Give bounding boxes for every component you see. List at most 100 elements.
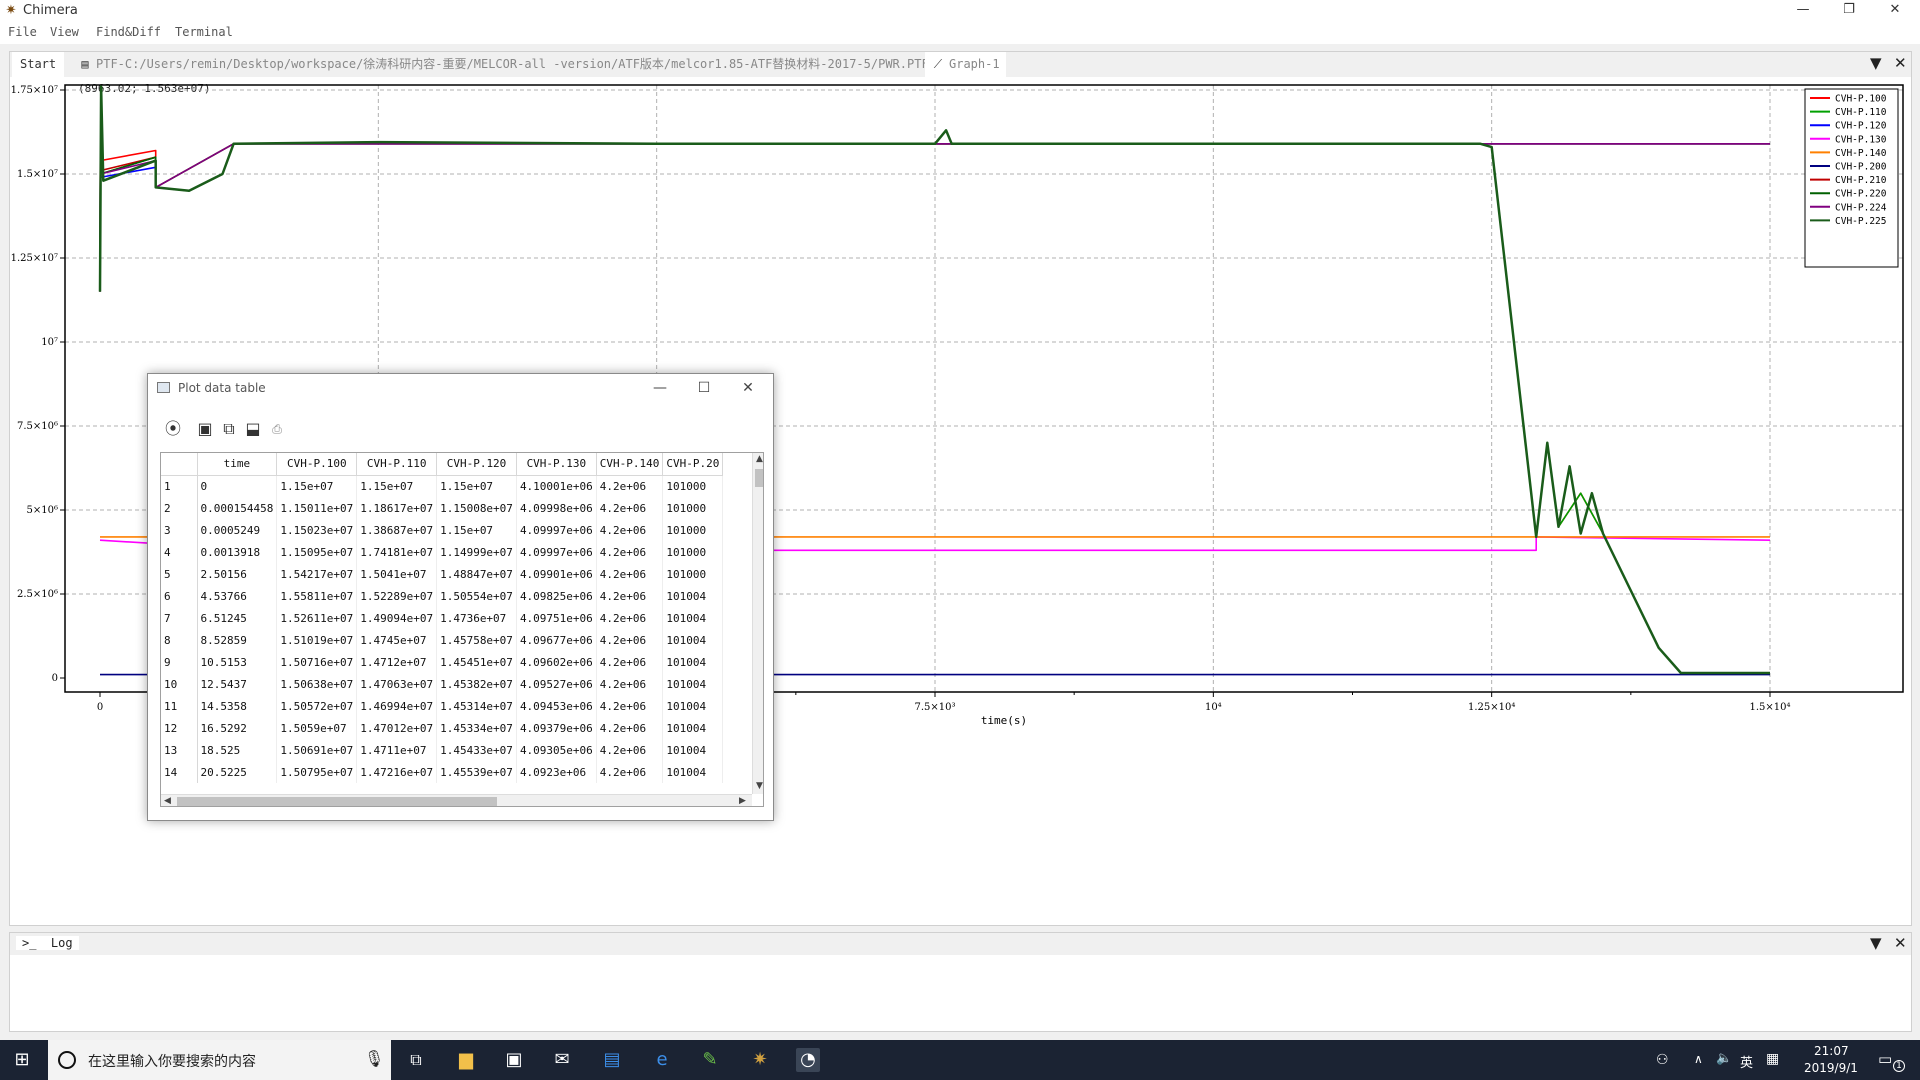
copy-icon[interactable]: ⧉	[218, 418, 240, 440]
menu-file[interactable]: File	[8, 25, 37, 39]
microphone-icon[interactable]: 🎙	[364, 1049, 384, 1068]
log-pane: >_ Log ▼ ✕	[9, 932, 1912, 1032]
store-icon[interactable]: ▣	[502, 1048, 526, 1072]
row-number[interactable]: 8	[161, 629, 198, 651]
people-icon[interactable]: ⚇	[1656, 1052, 1669, 1068]
ime-indicator[interactable]: 英	[1740, 1052, 1753, 1071]
photos-icon[interactable]: ◔	[796, 1048, 820, 1072]
row-number[interactable]: 12	[161, 717, 198, 739]
row-number[interactable]: 7	[161, 607, 198, 629]
row-number[interactable]: 14	[161, 761, 198, 783]
column-header[interactable]: CVH-P.20	[662, 453, 724, 476]
row-number[interactable]: 11	[161, 695, 198, 717]
table-row[interactable]: 9 10.5153 1.50716e+07 1.4712e+07 1.45451e+07…	[161, 651, 724, 673]
log-header: >_ Log ▼ ✕	[10, 933, 1911, 955]
dialog-close-button[interactable]: ✕	[728, 377, 768, 399]
windows-start-icon[interactable]: ⊞	[10, 1048, 34, 1072]
table-row[interactable]: 10 12.5437 1.50638e+07 1.47063e+07 1.45382e+…	[161, 673, 724, 695]
plot-legend: CVH-P.100 CVH-P.110 CVH-P.120 CVH-P.130 CVH-…	[1804, 88, 1899, 268]
log-tab[interactable]: >_ Log	[16, 936, 79, 950]
table-row[interactable]: 3 0.0005249 1.15023e+07 1.38687e+07 1.15e+07…	[161, 519, 724, 541]
table-cell: 4.2e+06	[596, 717, 664, 739]
table-cell: 4.09453e+06	[516, 695, 597, 717]
task-view-icon[interactable]: ⧉	[404, 1048, 428, 1072]
table-cell: 101004	[662, 629, 724, 651]
table-cell: 1.74181e+07	[356, 541, 438, 563]
vertical-scroll-thumb[interactable]	[755, 469, 763, 487]
minimize-button[interactable]: —	[1780, 0, 1826, 22]
print-icon[interactable]: ⎙	[266, 418, 288, 440]
row-number[interactable]: 10	[161, 673, 198, 695]
table-cell: 1.15023e+07	[276, 519, 358, 541]
tray-overflow-icon[interactable]: ∧	[1694, 1052, 1703, 1066]
column-header[interactable]: CVH-P.100	[276, 453, 358, 476]
table-cell: 4.09602e+06	[516, 651, 597, 673]
close-button[interactable]: ✕	[1872, 0, 1918, 22]
row-number[interactable]: 4	[161, 541, 198, 563]
scroll-right-icon[interactable]: ▶	[739, 796, 746, 806]
table-row[interactable]: 8 8.52859 1.51019e+07 1.4745e+07 1.45758e+07…	[161, 629, 724, 651]
app-icon[interactable]: ▤	[600, 1048, 624, 1072]
table-cell: 1.15011e+07	[276, 497, 358, 519]
chimera-taskbar-icon[interactable]: ✷	[748, 1048, 772, 1072]
scroll-left-icon[interactable]: ◀	[164, 796, 171, 806]
table-row[interactable]: 11 14.5358 1.50572e+07 1.46994e+07 1.45314e+…	[161, 695, 724, 717]
menu-view[interactable]: View	[50, 25, 79, 39]
row-number[interactable]: 1	[161, 475, 198, 497]
column-header[interactable]: time	[197, 453, 278, 476]
row-number[interactable]: 5	[161, 563, 198, 585]
table-row[interactable]: 7 6.51245 1.52611e+07 1.49094e+07 1.4736e+07…	[161, 607, 724, 629]
dialog-maximize-button[interactable]: ☐	[684, 377, 724, 399]
table-row[interactable]: 6 4.53766 1.55811e+07 1.52289e+07 1.50554e+0…	[161, 585, 724, 607]
column-header[interactable]: CVH-P.120	[436, 453, 517, 476]
horizontal-scrollbar[interactable]: ◀ ▶	[161, 794, 752, 806]
row-number[interactable]: 13	[161, 739, 198, 761]
volume-icon[interactable]: 🔈	[1716, 1051, 1732, 1066]
save-icon[interactable]: ▣	[194, 418, 216, 440]
scroll-up-icon[interactable]: ▲	[756, 454, 763, 464]
close-log-icon[interactable]: ✕	[1894, 934, 1907, 952]
table-cell: 1.45334e+07	[436, 717, 517, 739]
vertical-scrollbar[interactable]: ▲ ▼	[752, 453, 763, 794]
table-row[interactable]: 1 0 1.15e+07 1.15e+07 1.15e+07 4.10001e+06 4.2…	[161, 475, 724, 497]
menu-find-diff[interactable]: Find&Diff	[96, 25, 161, 39]
file-explorer-icon[interactable]: ▆	[454, 1048, 478, 1072]
table-row[interactable]: 13 18.525 1.50691e+07 1.4711e+07 1.45433e+07…	[161, 739, 724, 761]
table-row[interactable]: 4 0.0013918 1.15095e+07 1.74181e+07 1.14999e…	[161, 541, 724, 563]
menu-terminal[interactable]: Terminal	[175, 25, 233, 39]
log-dropdown-icon[interactable]: ▼	[1870, 934, 1882, 952]
settings-icon[interactable]: ⦿	[162, 418, 184, 440]
row-number[interactable]: 6	[161, 585, 198, 607]
x-tick-label: 1.25×10⁴	[1468, 702, 1515, 713]
dialog-minimize-button[interactable]: —	[640, 377, 680, 399]
data-table-view[interactable]: time CVH-P.100 CVH-P.110 CVH-P.120 CVH-P.130…	[160, 452, 764, 807]
table-cell: 101004	[662, 585, 724, 607]
table-row[interactable]: 5 2.50156 1.54217e+07 1.5041e+07 1.48847e+07…	[161, 563, 724, 585]
export-icon[interactable]: ⬓	[242, 418, 264, 440]
table-cell: 1.48847e+07	[436, 563, 517, 585]
column-header[interactable]: CVH-P.110	[356, 453, 438, 476]
edge-browser-icon[interactable]: e	[650, 1048, 674, 1072]
table-cell: 4.2e+06	[596, 695, 664, 717]
scroll-down-icon[interactable]: ▼	[756, 781, 763, 791]
notepad-icon[interactable]: ✎	[698, 1048, 722, 1072]
row-number[interactable]: 9	[161, 651, 198, 673]
column-header[interactable]: CVH-P.140	[596, 453, 664, 476]
notification-icon[interactable]: ▭	[1878, 1050, 1892, 1068]
keyboard-icon[interactable]: ▦	[1766, 1051, 1779, 1067]
clock-time[interactable]: 21:07	[1814, 1044, 1849, 1058]
column-header[interactable]: CVH-P.130	[516, 453, 597, 476]
clock-date[interactable]: 2019/9/1	[1804, 1061, 1858, 1075]
row-number[interactable]: 3	[161, 519, 198, 541]
mail-icon[interactable]: ✉	[550, 1048, 574, 1072]
table-row[interactable]: 12 16.5292 1.5059e+07 1.47012e+07 1.45334e+0…	[161, 717, 724, 739]
taskbar-search[interactable]: 在这里输入你要搜索的内容 🎙	[48, 1040, 391, 1080]
horizontal-scroll-thumb[interactable]	[177, 797, 497, 806]
table-cell: 4.2e+06	[596, 629, 664, 651]
maximize-button[interactable]: ❐	[1826, 0, 1872, 22]
table-row[interactable]: 2 0.000154458 1.15011e+07 1.18617e+07 1.1500…	[161, 497, 724, 519]
row-header-corner[interactable]	[161, 453, 198, 476]
table-row[interactable]: 14 20.5225 1.50795e+07 1.47216e+07 1.45539e+…	[161, 761, 724, 783]
table-header-row: time CVH-P.100 CVH-P.110 CVH-P.120 CVH-P.130…	[161, 453, 724, 476]
row-number[interactable]: 2	[161, 497, 198, 519]
